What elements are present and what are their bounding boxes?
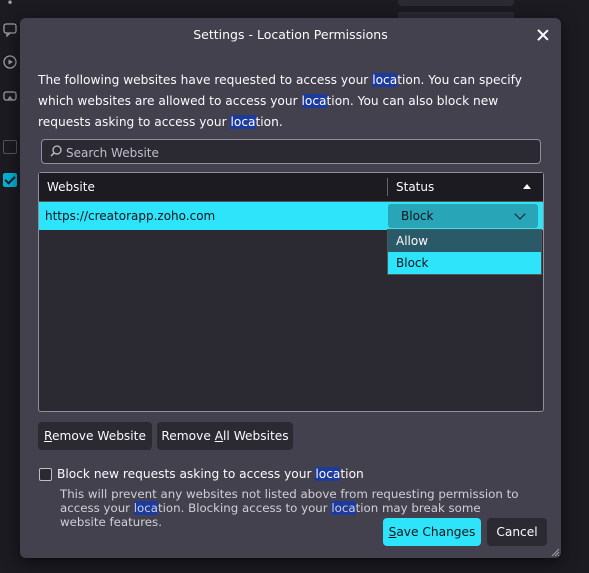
vr-icon: [3, 89, 17, 103]
block-new-requests-row[interactable]: Block new requests asking to access your…: [38, 467, 538, 485]
dropdown-option-allow[interactable]: Allow: [388, 230, 541, 252]
background-checkbox-checked: [3, 173, 17, 187]
play-icon: [3, 55, 17, 69]
status-selected-value: Block: [401, 209, 434, 223]
column-divider: [387, 178, 388, 196]
sync-icon: •: [6, 0, 14, 10]
block-new-requests-label: Block new requests asking to access your…: [57, 467, 364, 481]
website-cell: https://creatorapp.zoho.com: [45, 209, 216, 223]
dropdown-option-block[interactable]: Block: [388, 252, 541, 274]
background-sidebar: •: [0, 0, 22, 573]
close-icon[interactable]: [534, 26, 552, 44]
column-header-status[interactable]: Status: [396, 180, 434, 194]
search-input[interactable]: [64, 140, 538, 165]
dialog-title: Settings - Location Permissions: [193, 27, 388, 42]
search-box[interactable]: [41, 139, 541, 165]
block-new-requests-checkbox[interactable]: [39, 468, 52, 481]
search-icon: [50, 145, 62, 157]
status-select[interactable]: Block: [388, 204, 538, 228]
remove-website-button[interactable]: Remove Website: [38, 422, 152, 450]
status-dropdown-menu: Allow Block: [387, 229, 542, 275]
cancel-button[interactable]: Cancel: [487, 518, 547, 546]
chat-icon: [3, 23, 17, 38]
location-permissions-dialog: Settings - Location Permissions The foll…: [20, 18, 561, 558]
background-checkbox: [3, 140, 17, 154]
table-row[interactable]: https://creatorapp.zoho.com Block: [39, 202, 543, 230]
dialog-description: The following websites have requested to…: [38, 73, 522, 129]
resize-grip-icon[interactable]: [550, 547, 560, 557]
background-element: [398, 0, 514, 6]
table-header: Website Status: [39, 173, 543, 202]
save-changes-button[interactable]: Save Changes: [383, 518, 481, 546]
column-header-website[interactable]: Website: [47, 180, 95, 194]
dialog-titlebar: Settings - Location Permissions: [20, 18, 561, 52]
remove-all-websites-button[interactable]: Remove All Websites: [157, 422, 293, 450]
chevron-down-icon: [514, 208, 526, 220]
websites-table: Website Status https://creatorapp.zoho.c…: [38, 172, 544, 412]
sort-ascending-icon: [523, 184, 531, 189]
